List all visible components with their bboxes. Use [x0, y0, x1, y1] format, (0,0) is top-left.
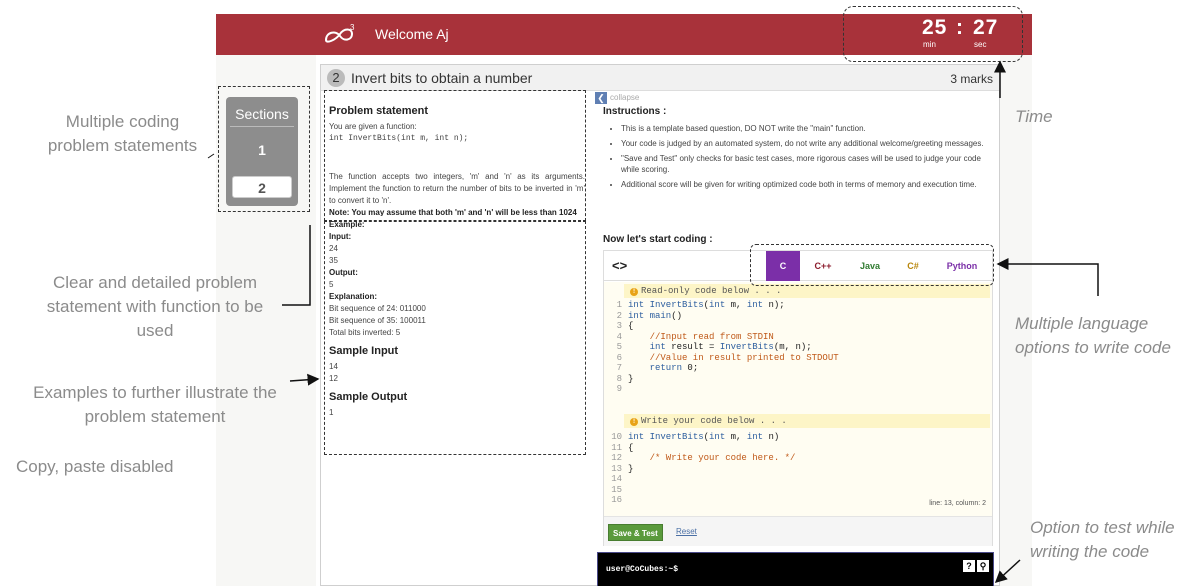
instruction-item: This is a template based question, DO NO… [621, 123, 993, 134]
code-line: return 0; [649, 363, 699, 373]
languages-highlight-box [750, 244, 994, 286]
code-line: int result = InvertBits(m, n); [649, 342, 812, 352]
line-number: 9 [616, 384, 622, 394]
instruction-item: Your code is judged by an automated syst… [621, 138, 993, 149]
line-number: 12 [611, 453, 622, 463]
callout-test: Option to test while writing the code [1030, 518, 1175, 561]
question-number-badge: 2 [327, 69, 345, 87]
line-number: 16 [611, 495, 622, 505]
terminal-panel[interactable]: user@CoCubes:~$ ? ⚲ [597, 552, 994, 586]
instructions-list: This is a template based question, DO NO… [621, 123, 993, 190]
code-line: } [628, 463, 634, 474]
code-line: //Input read from STDIN [628, 331, 774, 342]
question-title: Invert bits to obtain a number [351, 70, 533, 86]
settings-tag-icon[interactable]: ⚲ [977, 560, 989, 572]
callout-time: Time [1015, 107, 1053, 126]
collapse-link[interactable]: collapse [610, 93, 639, 102]
timer-highlight-box [843, 6, 1023, 62]
reset-link[interactable]: Reset [676, 527, 697, 536]
callout-languages: Multiple language options to write code [1015, 314, 1171, 357]
code-line: int InvertBits(int m, int n); [628, 300, 785, 310]
sections-tick [207, 153, 215, 159]
code-toggle-icon[interactable]: <> [612, 258, 627, 273]
code-line: /* Write your code here. */ [628, 453, 796, 463]
warning-icon: ! [630, 418, 638, 426]
code-area[interactable]: ! Read-only code below . . . 1 int InvertB… [604, 282, 992, 516]
collapse-chevron-icon[interactable]: ❮ [595, 92, 607, 104]
instruction-item: Additional score will be given for writi… [621, 179, 993, 190]
editor-action-bar: Save & Test Reset [604, 516, 992, 546]
help-icon[interactable]: ? [963, 560, 975, 572]
line-number: 1 [616, 300, 622, 310]
line-number: 15 [611, 484, 622, 495]
callout-examples: Examples to further illustrate the probl… [33, 383, 277, 426]
code-line: { [628, 442, 634, 453]
instruction-item: "Save and Test" only checks for basic te… [621, 153, 993, 175]
code-line: } [628, 373, 634, 384]
line-number: 13 [611, 463, 622, 474]
line-number: 6 [616, 352, 622, 363]
cocubes-logo-icon: 3 [324, 23, 355, 43]
problem-highlight-box [324, 90, 586, 221]
line-number: 8 [616, 373, 622, 384]
question-header: 2 Invert bits to obtain a number 3 marks [321, 65, 999, 91]
welcome-text: Welcome Aj [375, 26, 449, 42]
line-number: 10 [611, 432, 622, 442]
instructions-heading: Instructions : [603, 106, 667, 117]
readonly-banner: ! Read-only code below . . . [624, 284, 990, 298]
start-coding-heading: Now let's start coding : [603, 234, 713, 245]
line-number: 5 [616, 342, 622, 352]
line-number: 4 [616, 331, 622, 342]
instructions-block: Instructions : This is a template based … [603, 106, 993, 194]
code-line: //Value in result printed to STDOUT [628, 352, 839, 363]
code-line: int main() [628, 310, 683, 321]
terminal-prompt: user@CoCubes:~$ [606, 565, 679, 574]
terminal-icons: ? ⚲ [961, 556, 989, 574]
readonly-banner-text: Read-only code below . . . [641, 286, 782, 296]
line-number: 2 [616, 310, 622, 321]
code-line: { [628, 321, 634, 331]
line-number: 11 [611, 442, 622, 453]
code-editor: <> C C++ Java C# Python ! Read-only code … [603, 250, 993, 546]
write-banner-text: Write your code below . . . [641, 416, 787, 426]
question-marks: 3 marks [950, 72, 993, 86]
line-number: 7 [616, 363, 622, 373]
save-test-button[interactable]: Save & Test [608, 524, 663, 541]
logo-superscript: 3 [350, 23, 355, 32]
line-number: 3 [616, 321, 622, 331]
code-line: int InvertBits(int m, int n) [628, 432, 780, 442]
line-number: 14 [611, 474, 622, 484]
callout-copy: Copy, paste disabled [16, 457, 174, 476]
callout-sections: Multiple coding problem statements [47, 112, 198, 155]
callout-problem: Clear and detailed problem statement wit… [46, 273, 264, 340]
examples-highlight-box [324, 221, 586, 455]
write-banner: ! Write your code below . . . [624, 414, 990, 428]
screenshot-stage: 3 Welcome Aj 25 : 27 min sec Sections 1 … [0, 0, 1200, 586]
sections-highlight-box [218, 86, 310, 212]
cursor-position: line: 13, column: 2 [929, 500, 986, 507]
warning-icon: ! [630, 288, 638, 296]
